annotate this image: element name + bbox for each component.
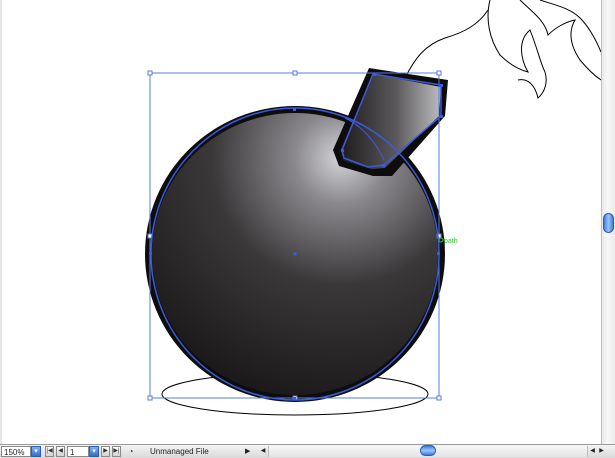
fuse-path[interactable] (404, 9, 489, 79)
scroll-right-icon[interactable]: ▶ (597, 446, 606, 457)
artboard-canvas[interactable]: path (0, 0, 602, 444)
version-cue-icon[interactable]: ◔ (126, 446, 136, 457)
next-page-icon[interactable]: ▶ (101, 446, 110, 457)
scroll-left-icon[interactable]: ◀ (258, 446, 268, 457)
vertical-scrollbar[interactable] (601, 0, 615, 444)
page-dropdown-icon[interactable]: ▾ (89, 446, 99, 457)
flame-path-3[interactable] (539, 0, 602, 53)
last-page-icon[interactable]: ▶| (112, 446, 121, 457)
canvas-left-edge (0, 0, 2, 444)
status-bar: 150% ▾ |◀ ◀ 1 ▾ ▶ ▶| ◔ Unmanaged File ▶ … (0, 444, 615, 458)
first-page-icon[interactable]: |◀ (45, 446, 54, 457)
vertical-scroll-thumb[interactable] (603, 213, 614, 233)
artwork[interactable]: path (0, 0, 602, 444)
file-status-text: Unmanaged File (150, 447, 209, 456)
flame-path-1[interactable] (487, 0, 546, 73)
flame-path-2[interactable] (519, 0, 602, 81)
horizontal-scroll-thumb[interactable] (420, 445, 436, 456)
resize-grip[interactable] (606, 446, 615, 457)
previous-page-icon[interactable]: ◀ (56, 446, 65, 457)
scroll-left-alt-icon[interactable]: ◀ (588, 446, 597, 457)
zoom-level-field[interactable]: 150% (1, 446, 31, 457)
flame-path-4[interactable] (517, 71, 547, 99)
page-number-field[interactable]: 1 (67, 446, 89, 457)
zoom-dropdown-icon[interactable]: ▾ (31, 446, 41, 457)
smart-guide-label: path (444, 238, 458, 245)
status-menu-arrow-icon[interactable]: ▶ (245, 446, 253, 457)
center-point[interactable] (293, 252, 297, 256)
